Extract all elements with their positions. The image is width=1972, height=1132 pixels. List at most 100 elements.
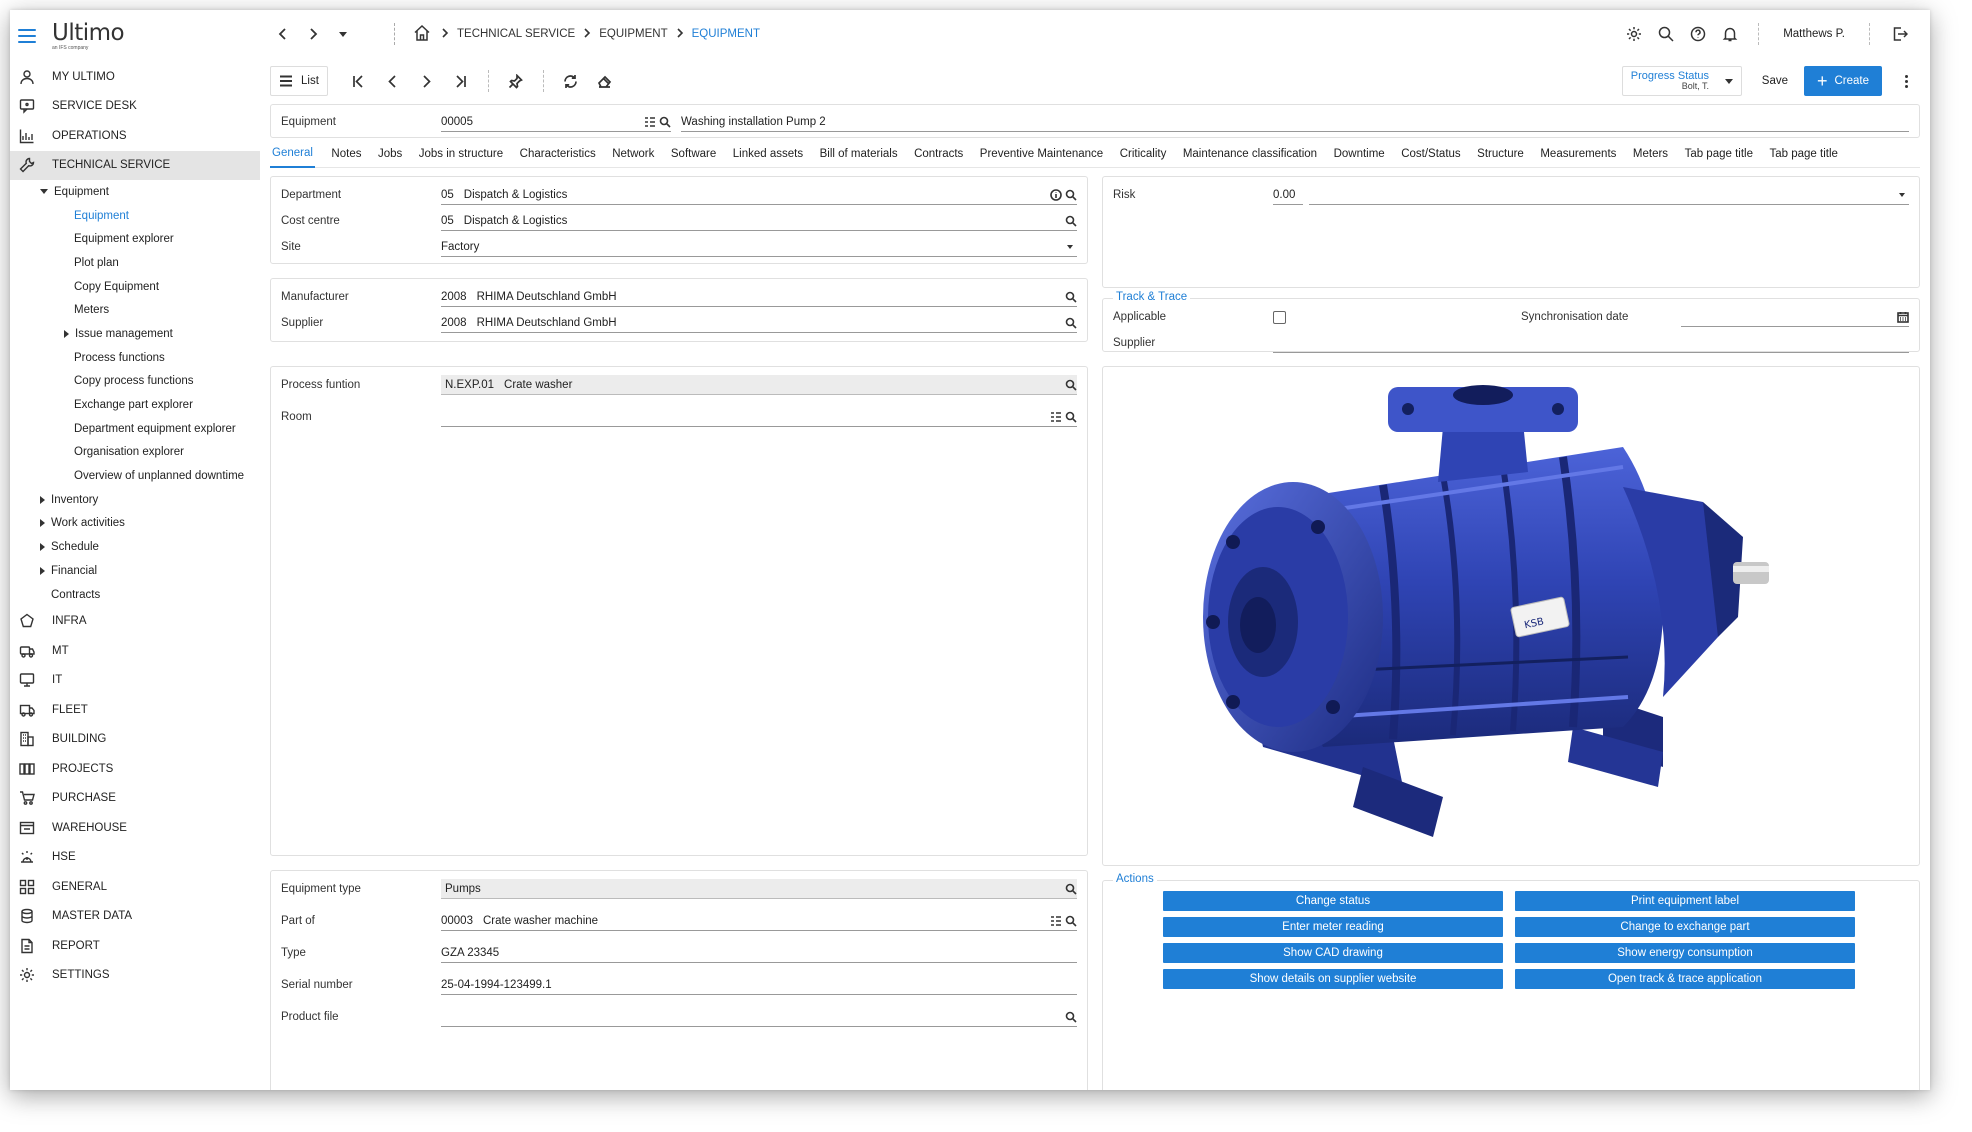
- subnav-work-activities[interactable]: Work activities: [10, 512, 260, 536]
- subnav-financial[interactable]: Financial: [10, 559, 260, 583]
- history-dropdown-button[interactable]: [328, 19, 358, 49]
- nav-item-fleet[interactable]: FLEET: [10, 695, 260, 725]
- nav-item-technical-service[interactable]: TECHNICAL SERVICE: [10, 150, 260, 180]
- department-input[interactable]: 05 Dispatch & Logistics: [441, 185, 1077, 205]
- back-button[interactable]: [268, 19, 298, 49]
- subnav-item-issue-management[interactable]: Issue management: [10, 322, 260, 346]
- settings-gear-icon[interactable]: [1618, 18, 1650, 50]
- supplier-input[interactable]: 2008 RHIMA Deutschland GmbH: [441, 313, 1077, 333]
- help-icon[interactable]: [1682, 18, 1714, 50]
- tab-maintenance-classification[interactable]: Maintenance classification: [1183, 140, 1317, 168]
- calendar-icon[interactable]: [1897, 311, 1909, 323]
- breadcrumb-technical-service[interactable]: TECHNICAL SERVICE: [457, 28, 575, 40]
- subnav-item-copy-process-functions[interactable]: Copy process functions: [10, 370, 260, 394]
- search-icon[interactable]: [1065, 883, 1077, 895]
- nav-item-service-desk[interactable]: SERVICE DESK: [10, 92, 260, 122]
- nav-item-infra[interactable]: INFRA: [10, 606, 260, 636]
- nav-item-settings[interactable]: SETTINGS: [10, 960, 260, 990]
- show-cad-drawing-button[interactable]: Show CAD drawing: [1163, 943, 1503, 963]
- tab-linked-assets[interactable]: Linked assets: [733, 140, 803, 168]
- subnav-item-copy-equipment[interactable]: Copy Equipment: [10, 275, 260, 299]
- applicable-checkbox[interactable]: [1273, 310, 1286, 324]
- search-icon[interactable]: [1065, 411, 1077, 423]
- equipment-code-input[interactable]: 00005: [441, 112, 671, 132]
- search-icon[interactable]: [1065, 915, 1077, 927]
- hamburger-menu-icon[interactable]: [18, 29, 36, 43]
- tab-network[interactable]: Network: [612, 140, 654, 168]
- nav-item-projects[interactable]: PROJECTS: [10, 754, 260, 784]
- search-icon[interactable]: [1065, 317, 1077, 329]
- show-supplier-website-button[interactable]: Show details on supplier website: [1163, 969, 1503, 989]
- tab-jobs-in-structure[interactable]: Jobs in structure: [419, 140, 503, 168]
- search-icon[interactable]: [1065, 215, 1077, 227]
- tree-list-icon[interactable]: [644, 116, 656, 128]
- subnav-schedule[interactable]: Schedule: [10, 535, 260, 559]
- open-track-trace-button[interactable]: Open track & trace application: [1515, 969, 1855, 989]
- tab-criticality[interactable]: Criticality: [1120, 140, 1167, 168]
- breadcrumb-equipment[interactable]: EQUIPMENT: [599, 28, 667, 40]
- enter-meter-reading-button[interactable]: Enter meter reading: [1163, 917, 1503, 937]
- tab-contracts[interactable]: Contracts: [914, 140, 963, 168]
- tab-bill-of-materials[interactable]: Bill of materials: [820, 140, 898, 168]
- subnav-item-unplanned-downtime[interactable]: Overview of unplanned downtime: [10, 464, 260, 488]
- synchronisation-date-input[interactable]: [1681, 307, 1909, 327]
- track-supplier-input[interactable]: [1273, 333, 1909, 353]
- subnav-item-equipment[interactable]: Equipment: [10, 204, 260, 228]
- search-icon[interactable]: [1065, 291, 1077, 303]
- next-record-button[interactable]: [410, 66, 444, 96]
- nav-item-my-ultimo[interactable]: MY ULTIMO: [10, 62, 260, 92]
- logo[interactable]: Ultimo an IFS company: [52, 21, 125, 51]
- tab-characteristics[interactable]: Characteristics: [520, 140, 596, 168]
- process-function-input[interactable]: N.EXP.01 Crate washer: [441, 375, 1077, 395]
- tab-downtime[interactable]: Downtime: [1334, 140, 1385, 168]
- save-button[interactable]: Save: [1762, 75, 1788, 87]
- create-button[interactable]: + Create: [1804, 66, 1882, 96]
- progress-status-dropdown[interactable]: Progress Status Bolt, T.: [1621, 66, 1742, 96]
- previous-record-button[interactable]: [376, 66, 410, 96]
- nav-item-warehouse[interactable]: WAREHOUSE: [10, 813, 260, 843]
- subnav-inventory[interactable]: Inventory: [10, 488, 260, 512]
- room-input[interactable]: [441, 407, 1077, 427]
- search-icon[interactable]: [1065, 379, 1077, 391]
- cost-centre-input[interactable]: 05 Dispatch & Logistics: [441, 211, 1077, 231]
- product-file-input[interactable]: [441, 1007, 1077, 1027]
- tab-measurements[interactable]: Measurements: [1540, 140, 1616, 168]
- risk-select[interactable]: [1309, 185, 1909, 205]
- serial-number-input[interactable]: 25-04-1994-123499.1: [441, 975, 1077, 995]
- last-record-button[interactable]: [444, 66, 478, 96]
- nav-item-report[interactable]: REPORT: [10, 931, 260, 961]
- tab-meters[interactable]: Meters: [1633, 140, 1668, 168]
- subnav-item-meters[interactable]: Meters: [10, 298, 260, 322]
- part-of-input[interactable]: 00003 Crate washer machine: [441, 911, 1077, 931]
- subnav-item-plot-plan[interactable]: Plot plan: [10, 251, 260, 275]
- nav-item-mt[interactable]: MT: [10, 636, 260, 666]
- tab-general[interactable]: General: [270, 140, 315, 168]
- tab-notes[interactable]: Notes: [331, 140, 361, 168]
- info-icon[interactable]: [1050, 188, 1062, 201]
- nav-item-general[interactable]: GENERAL: [10, 872, 260, 902]
- search-icon[interactable]: [1065, 189, 1077, 201]
- refresh-button[interactable]: [554, 66, 588, 96]
- bell-icon[interactable]: [1714, 18, 1746, 50]
- equipment-description-input[interactable]: Washing installation Pump 2: [681, 112, 1909, 132]
- pump-image[interactable]: KSB: [1103, 367, 1920, 866]
- nav-item-hse[interactable]: HSE: [10, 842, 260, 872]
- show-energy-consumption-button[interactable]: Show energy consumption: [1515, 943, 1855, 963]
- equipment-type-input[interactable]: Pumps: [441, 879, 1077, 899]
- pin-button[interactable]: [499, 66, 533, 96]
- clear-format-button[interactable]: [588, 66, 622, 96]
- subnav-equipment-group[interactable]: Equipment: [10, 180, 260, 204]
- first-record-button[interactable]: [342, 66, 376, 96]
- subnav-item-department-equipment-explorer[interactable]: Department equipment explorer: [10, 417, 260, 441]
- search-icon[interactable]: [1650, 18, 1682, 50]
- tab-page-title-2[interactable]: Tab page title: [1769, 140, 1837, 168]
- forward-button[interactable]: [298, 19, 328, 49]
- tree-list-icon[interactable]: [1050, 915, 1062, 927]
- user-menu[interactable]: Matthews P.: [1783, 28, 1845, 40]
- subnav-item-process-functions[interactable]: Process functions: [10, 346, 260, 370]
- change-status-button[interactable]: Change status: [1163, 891, 1503, 911]
- home-icon[interactable]: [413, 24, 431, 45]
- tab-jobs[interactable]: Jobs: [378, 140, 402, 168]
- subnav-item-equipment-explorer[interactable]: Equipment explorer: [10, 227, 260, 251]
- list-button[interactable]: List: [270, 66, 328, 96]
